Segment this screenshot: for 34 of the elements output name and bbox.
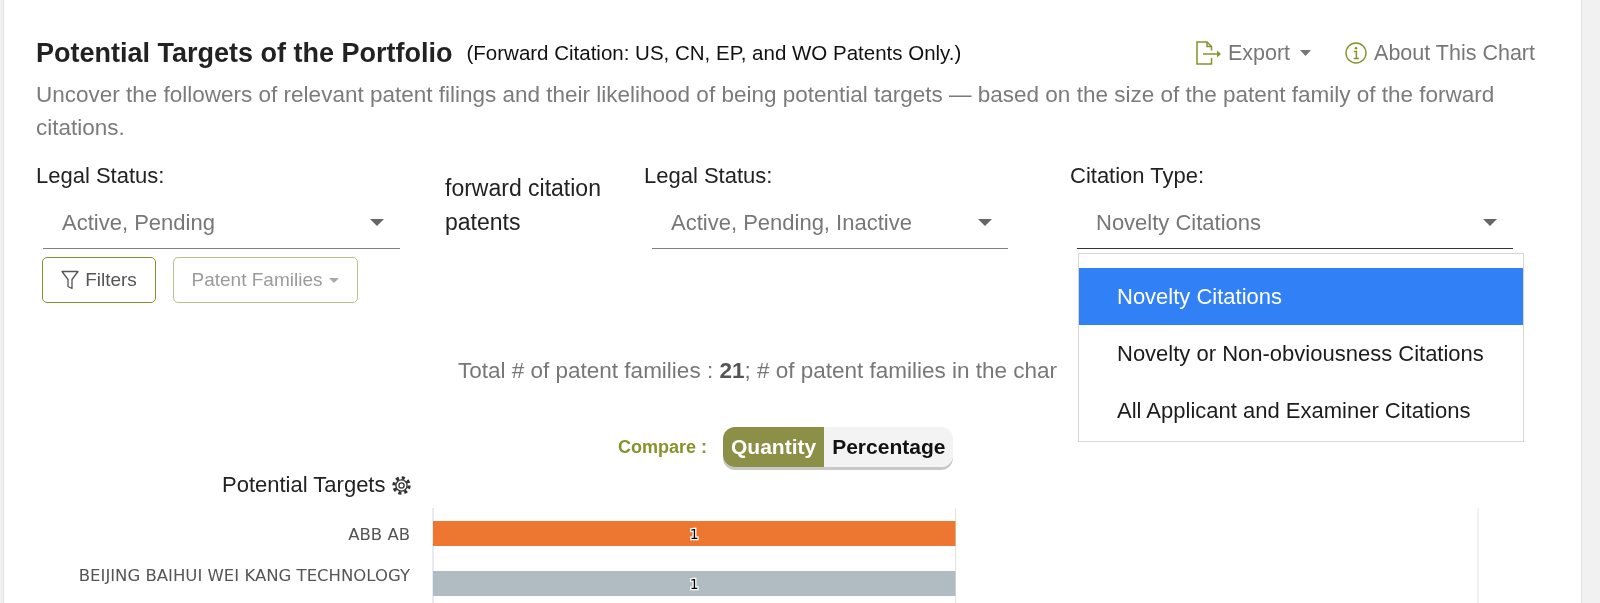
category-label: ABB AB: [348, 524, 410, 544]
field-label: Legal Status:: [36, 163, 166, 189]
category-label: BEIJING BAIHUI WEI KANG TECHNOLOGY: [78, 565, 410, 585]
chart-title: Potential Targets: [222, 472, 386, 498]
description-text: Uncover the followers of relevant patent filings and their likelihood of being potential targets — based on the size of the patent family of the forward citations.: [36, 81, 1496, 142]
value-label: 1: [689, 575, 699, 592]
toggle-option[interactable]: Percentage: [824, 427, 954, 467]
export-button[interactable]: Export: [1195, 38, 1312, 68]
caption-text: forward citation patents: [445, 174, 602, 237]
value-label: 1: [689, 525, 699, 542]
document-arrow-icon: [1195, 41, 1221, 65]
caret-icon: [978, 218, 992, 226]
dropdown-option[interactable]: Novelty or Non-obviousness Citations: [1079, 325, 1523, 382]
field-label: Citation Type:: [1070, 163, 1206, 189]
title-note: (Forward Citation: US, CN, EP, and WO Patents Only.): [466, 40, 962, 66]
caret-icon: [329, 277, 340, 283]
filter-icon: [61, 270, 80, 290]
compare-label: Compare :: [618, 435, 707, 459]
summary-text: Total # of patent families : 21; # of patent families in the char: [458, 358, 1058, 383]
dropdown-field[interactable]: Active, Pending, Inactive: [652, 196, 1008, 249]
panel-title: Potential Targets of the Portfolio: [36, 38, 453, 68]
field-label: Legal Status:: [644, 163, 774, 189]
toggle-option[interactable]: Quantity: [723, 427, 825, 467]
settings-icon: [391, 474, 413, 496]
caret-icon: [1300, 50, 1312, 56]
filters-button[interactable]: Filters: [42, 257, 156, 303]
caret-icon: [370, 218, 384, 226]
about-chart-link[interactable]: About This Chart: [1345, 38, 1535, 68]
caret-icon: [1483, 218, 1497, 226]
dropdown-option[interactable]: Novelty Citations: [1079, 268, 1523, 325]
dropdown-field[interactable]: Novelty Citations: [1077, 196, 1513, 249]
dropdown-option[interactable]: All Applicant and Examiner Citations: [1079, 382, 1523, 439]
dropdown-field[interactable]: Active, Pending: [43, 196, 400, 249]
info-icon: [1345, 42, 1368, 64]
